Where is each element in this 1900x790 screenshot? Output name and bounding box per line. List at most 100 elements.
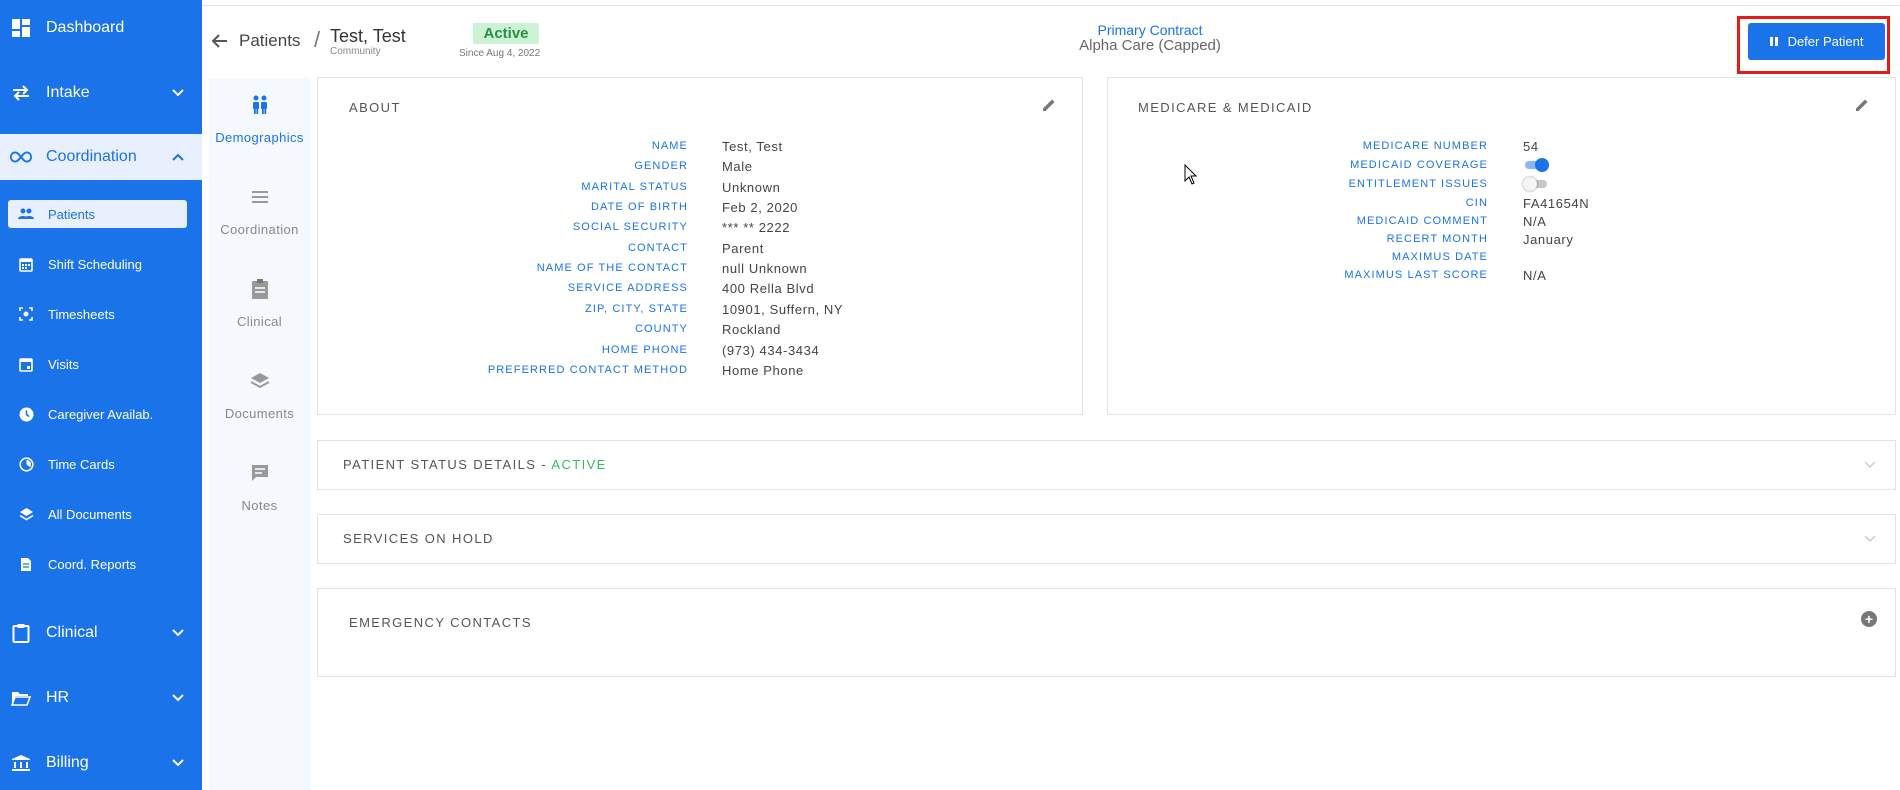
edit-pencil-icon[interactable]: [1854, 97, 1870, 113]
pause-icon: [1769, 37, 1778, 46]
about-value-zip-city-state: 10901, Suffern, NY: [722, 302, 844, 317]
tab-coordination[interactable]: Coordination: [209, 178, 310, 258]
patient-name: Test, Test: [330, 26, 406, 46]
list-icon: [249, 186, 271, 208]
nav-intake-label: Intake: [46, 84, 90, 101]
add-circle-icon[interactable]: +: [1861, 611, 1877, 627]
tab-demographics-label: Demographics: [215, 130, 304, 145]
nav-coord-reports[interactable]: Coord. Reports: [8, 550, 187, 578]
tab-documents-label: Documents: [224, 406, 295, 421]
top-divider: [202, 0, 1900, 6]
about-value-preferred-contact: Home Phone: [722, 363, 804, 378]
tab-clinical[interactable]: Clinical: [209, 270, 310, 350]
nav-dashboard[interactable]: Dashboard: [0, 3, 202, 53]
nav-shift-scheduling-label: Shift Scheduling: [48, 256, 142, 272]
tab-clinical-label: Clinical: [236, 314, 283, 329]
about-label-service-address: SERVICE ADDRESS: [567, 282, 688, 294]
nav-all-documents-label: All Documents: [48, 506, 132, 522]
maximus-last-score-value: N/A: [1523, 268, 1547, 283]
nav-time-cards[interactable]: Time Cards: [8, 450, 187, 478]
chat-icon: [249, 462, 271, 484]
patient-status-accordion[interactable]: PATIENT STATUS DETAILS - ACTIVE: [317, 440, 1896, 490]
defer-patient-button[interactable]: Defer Patient: [1748, 23, 1885, 60]
nav-visits[interactable]: Visits: [8, 350, 187, 378]
sidebar: Dashboard Intake Coordination Patients S…: [0, 0, 202, 790]
entitlement-issues-label: ENTITLEMENT ISSUES: [1348, 178, 1488, 190]
about-value-home-phone: (973) 434-3434: [722, 343, 820, 358]
about-value-gender: Male: [722, 159, 753, 174]
tab-notes-label: Notes: [241, 498, 278, 513]
about-label-home-phone: HOME PHONE: [601, 344, 688, 356]
patient-type: Community: [330, 46, 381, 57]
nav-intake[interactable]: Intake: [0, 68, 202, 118]
chevron-down-icon: [172, 691, 184, 705]
about-value-contact: Parent: [722, 241, 764, 256]
clipboard-icon: [10, 622, 32, 644]
about-value-ssn: *** ** 2222: [722, 220, 791, 235]
recert-month-label: RECERT MONTH: [1386, 233, 1488, 245]
about-card: ABOUT NAME Test, Test GENDER Male MARITA…: [317, 77, 1083, 415]
nav-patients[interactable]: Patients: [8, 200, 187, 228]
about-label-contact-name: NAME OF THE CONTACT: [536, 262, 688, 274]
services-on-hold-accordion[interactable]: SERVICES ON HOLD: [317, 514, 1896, 564]
medicaid-coverage-toggle[interactable]: [1523, 158, 1549, 172]
about-label-zip-city-state: ZIP, CITY, STATE: [585, 303, 688, 315]
nav-billing[interactable]: Billing: [0, 738, 202, 788]
primary-contract-label: Primary Contract: [1097, 22, 1203, 38]
maximus-last-score-label: MAXIMUS LAST SCORE: [1344, 269, 1488, 281]
clipboard-icon: [249, 278, 271, 300]
nav-all-documents[interactable]: All Documents: [8, 500, 187, 528]
about-value-service-address: 400 Rella Blvd: [722, 281, 815, 296]
about-label-county: COUNTY: [634, 323, 688, 335]
about-label-contact: CONTACT: [627, 242, 688, 254]
emergency-contacts-title: EMERGENCY CONTACTS: [349, 615, 532, 630]
calendar-event-icon: [18, 356, 34, 372]
about-value-dob: Feb 2, 2020: [722, 200, 798, 215]
bank-icon: [10, 752, 32, 774]
layers-icon: [18, 506, 34, 522]
medicare-medicaid-title: MEDICARE & MEDICAID: [1138, 100, 1313, 115]
nav-visits-label: Visits: [48, 356, 79, 372]
nav-hr[interactable]: HR: [0, 673, 202, 723]
medicare-value-number: 54: [1523, 139, 1539, 154]
tab-notes[interactable]: Notes: [209, 454, 310, 534]
chevron-up-icon: [172, 150, 184, 164]
about-value-contact-name: null Unknown: [722, 261, 808, 276]
medicare-label-number: MEDICARE NUMBER: [1362, 140, 1488, 152]
status-badge: Active: [473, 23, 539, 44]
back-arrow-icon[interactable]: [211, 32, 228, 53]
chevron-down-icon: [1864, 461, 1876, 472]
emergency-contacts-card: EMERGENCY CONTACTS +: [317, 588, 1896, 677]
nav-patients-label: Patients: [48, 206, 95, 222]
nav-dashboard-label: Dashboard: [46, 19, 125, 36]
folder-open-icon: [10, 687, 32, 709]
breadcrumb-patients[interactable]: Patients: [239, 31, 300, 51]
nav-shift-scheduling[interactable]: Shift Scheduling: [8, 250, 187, 278]
chevron-down-icon: [172, 626, 184, 640]
nav-timesheets[interactable]: Timesheets: [8, 300, 187, 328]
about-value-name: Test, Test: [722, 139, 783, 154]
nav-coord-reports-label: Coord. Reports: [48, 556, 137, 572]
tab-demographics[interactable]: Demographics: [209, 86, 310, 166]
nav-clinical[interactable]: Clinical: [0, 608, 202, 658]
about-value-marital-status: Unknown: [722, 180, 781, 195]
about-title: ABOUT: [349, 100, 401, 115]
patient-status-value: ACTIVE: [551, 457, 607, 472]
tab-coordination-label: Coordination: [220, 222, 299, 237]
nav-caregiver-availability[interactable]: Caregiver Availab.: [8, 400, 187, 428]
section-tab-rail: Demographics Coordination Clinical Docum…: [209, 78, 310, 790]
edit-pencil-icon[interactable]: [1041, 97, 1057, 113]
infinity-icon: [10, 146, 32, 168]
mouse-cursor-icon: [1184, 164, 1198, 185]
scan-icon: [18, 306, 34, 322]
breadcrumb-separator: /: [314, 27, 321, 52]
swap-arrows-icon: [10, 82, 32, 104]
timelapse-icon: [18, 456, 34, 472]
tab-documents[interactable]: Documents: [209, 362, 310, 442]
nav-coordination[interactable]: Coordination: [0, 134, 202, 180]
nav-coordination-label: Coordination: [46, 148, 137, 165]
entitlement-issues-toggle[interactable]: [1523, 177, 1549, 191]
nav-time-cards-label: Time Cards: [48, 456, 115, 472]
recert-month-value: January: [1523, 232, 1574, 247]
primary-contract-value: Alpha Care (Capped): [1079, 37, 1221, 54]
